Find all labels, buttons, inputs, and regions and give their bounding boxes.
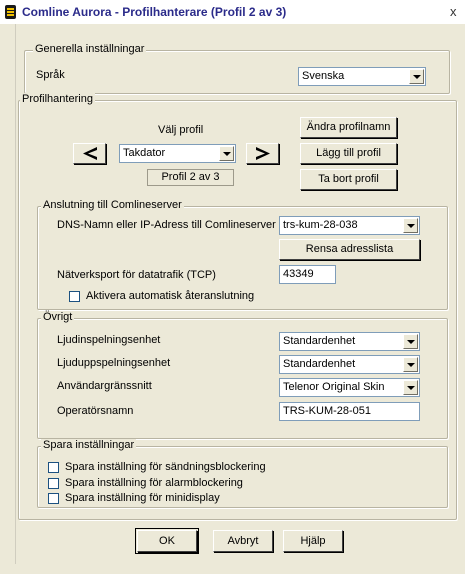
other-title: Övrigt bbox=[41, 311, 75, 323]
record-device-label: Ljudinspelningsenhet bbox=[57, 334, 161, 346]
next-profile-button[interactable] bbox=[246, 143, 279, 164]
rename-profile-button[interactable]: Ändra profilnamn bbox=[300, 117, 397, 138]
user-interface-value: Telenor Original Skin bbox=[283, 381, 385, 393]
auto-reconnect-checkbox[interactable] bbox=[69, 291, 80, 302]
save-settings-title: Spara inställningar bbox=[41, 439, 137, 451]
add-profile-button[interactable]: Lägg till profil bbox=[300, 143, 397, 164]
chevron-down-icon[interactable] bbox=[403, 380, 418, 395]
user-interface-select[interactable]: Telenor Original Skin bbox=[279, 378, 420, 397]
profile-management-title: Profilhantering bbox=[20, 93, 95, 105]
window-title: Comline Aurora - Profilhanterare (Profil… bbox=[22, 5, 287, 19]
arrow-right-icon bbox=[256, 147, 270, 160]
save-settings-group: Spara inställningar Spara inställning fö… bbox=[37, 439, 448, 508]
dns-select[interactable]: trs-kum-28-038 bbox=[279, 216, 420, 235]
playback-device-value: Standardenhet bbox=[283, 358, 356, 370]
close-icon[interactable]: x bbox=[450, 4, 457, 19]
general-settings-title: Generella inställningar bbox=[33, 43, 147, 55]
save-send-block-label: Spara inställning för sändningsblockerin… bbox=[65, 461, 266, 473]
user-interface-label: Användargränssnitt bbox=[57, 380, 152, 392]
choose-profile-label: Välj profil bbox=[158, 124, 204, 136]
app-icon bbox=[5, 5, 16, 19]
help-button[interactable]: Hjälp bbox=[283, 530, 343, 552]
dns-label: DNS-Namn eller IP-Adress till Comlineser… bbox=[57, 219, 276, 231]
save-send-block-checkbox[interactable] bbox=[48, 462, 59, 473]
port-field[interactable]: 43349 bbox=[279, 265, 336, 284]
previous-profile-button[interactable] bbox=[73, 143, 106, 164]
save-minidisplay-label: Spara inställning för minidisplay bbox=[65, 492, 220, 504]
cancel-button[interactable]: Avbryt bbox=[213, 530, 273, 552]
other-group: Övrigt Ljudinspelningsenhet Standardenhe… bbox=[37, 311, 448, 439]
profile-value: Takdator bbox=[123, 147, 166, 159]
arrow-left-icon bbox=[83, 147, 97, 160]
dns-value: trs-kum-28-038 bbox=[283, 219, 358, 231]
profile-management-group: Profilhantering Välj profil Takdator Pro… bbox=[18, 93, 457, 520]
port-label: Nätverksport för datatrafik (TCP) bbox=[57, 269, 216, 281]
record-device-value: Standardenhet bbox=[283, 335, 356, 347]
profile-select[interactable]: Takdator bbox=[119, 144, 236, 163]
title-bar[interactable]: Comline Aurora - Profilhanterare (Profil… bbox=[0, 0, 465, 24]
language-label: Språk bbox=[36, 69, 65, 81]
save-alarm-block-checkbox[interactable] bbox=[48, 478, 59, 489]
operator-name-label: Operatörsnamn bbox=[57, 405, 134, 417]
chevron-down-icon[interactable] bbox=[219, 146, 234, 161]
operator-name-field[interactable]: TRS-KUM-28-051 bbox=[279, 402, 420, 421]
record-device-select[interactable]: Standardenhet bbox=[279, 332, 420, 351]
connection-title: Anslutning till Comlineserver bbox=[41, 199, 184, 211]
dialog-panel: Generella inställningar Språk Svenska Pr… bbox=[15, 24, 458, 564]
remove-profile-button[interactable]: Ta bort profil bbox=[300, 169, 397, 190]
language-select[interactable]: Svenska bbox=[298, 67, 426, 86]
save-minidisplay-checkbox[interactable] bbox=[48, 493, 59, 504]
clear-address-list-button[interactable]: Rensa adresslista bbox=[279, 239, 420, 260]
playback-device-label: Ljuduppspelningsenhet bbox=[57, 357, 171, 369]
auto-reconnect-label: Aktivera automatisk återanslutning bbox=[86, 290, 255, 302]
playback-device-select[interactable]: Standardenhet bbox=[279, 355, 420, 374]
save-alarm-block-label: Spara inställning för alarmblockering bbox=[65, 477, 243, 489]
chevron-down-icon[interactable] bbox=[403, 218, 418, 233]
ok-button[interactable]: OK bbox=[135, 528, 199, 554]
connection-group: Anslutning till Comlineserver DNS-Namn e… bbox=[37, 199, 448, 310]
general-settings-group: Generella inställningar Språk Svenska bbox=[24, 43, 450, 94]
chevron-down-icon[interactable] bbox=[403, 357, 418, 372]
chevron-down-icon[interactable] bbox=[403, 334, 418, 349]
language-value: Svenska bbox=[302, 70, 345, 82]
profile-counter: Profil 2 av 3 bbox=[147, 169, 234, 186]
profile-manager-window: Comline Aurora - Profilhanterare (Profil… bbox=[0, 0, 465, 574]
chevron-down-icon[interactable] bbox=[409, 69, 424, 84]
